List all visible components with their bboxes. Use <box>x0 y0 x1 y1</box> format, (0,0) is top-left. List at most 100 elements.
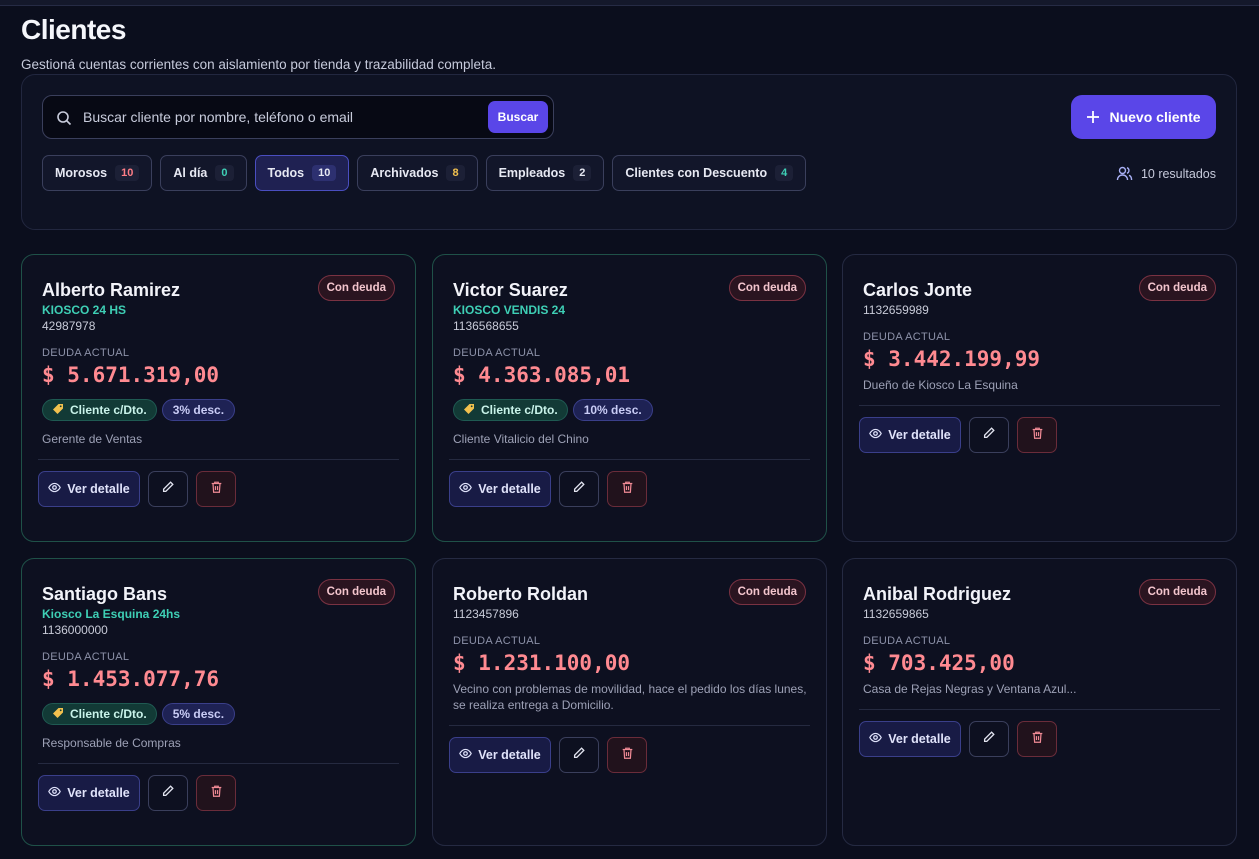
edit-button[interactable] <box>148 471 188 507</box>
view-detail-button[interactable]: Ver detalle <box>38 471 140 507</box>
client-card[interactable]: Carlos Jonte Con deuda 1132659989 DEUDA ACT… <box>842 254 1237 542</box>
search-box: Buscar <box>42 95 554 139</box>
filter-count: 2 <box>573 165 592 181</box>
filter-label: Archivados <box>370 166 439 180</box>
edit-button[interactable] <box>148 775 188 811</box>
delete-button[interactable] <box>196 471 236 507</box>
client-card[interactable]: Alberto Ramirez Con deuda KIOSCO 24 HS 4298… <box>21 254 416 542</box>
card-actions: Ver detalle <box>449 471 647 507</box>
card-divider <box>859 709 1220 710</box>
client-card[interactable]: Roberto Roldan Con deuda 1123457896 DEUDA A… <box>432 558 827 846</box>
client-store: KIOSCO VENDIS 24 <box>453 303 566 317</box>
client-name: Alberto Ramirez <box>42 280 181 300</box>
edit-button[interactable] <box>559 471 599 507</box>
view-detail-label: Ver detalle <box>888 732 951 746</box>
client-name: Anibal Rodriguez <box>863 584 1011 604</box>
trash-icon <box>210 480 223 499</box>
filter-label: Todos <box>267 166 305 180</box>
view-detail-label: Ver detalle <box>478 482 541 496</box>
debt-label: DEUDA ACTUAL <box>863 331 951 343</box>
client-phone: 1132659865 <box>863 607 929 621</box>
pencil-icon <box>982 730 996 749</box>
eye-icon <box>869 427 883 443</box>
filter-count: 10 <box>312 165 337 181</box>
eye-icon <box>869 731 883 747</box>
discount-client-tag: Cliente c/Dto. <box>42 399 157 421</box>
debt-status-badge: Con deuda <box>317 579 395 605</box>
view-detail-button[interactable]: Ver detalle <box>859 721 961 757</box>
discount-client-label: Cliente c/Dto. <box>481 403 558 417</box>
pencil-icon <box>161 480 175 499</box>
card-actions: Ver detalle <box>859 417 1057 453</box>
filter-label: Morosos <box>55 166 108 180</box>
eye-icon <box>459 747 473 763</box>
client-note: Casa de Rejas Negras y Ventana Azul... <box>863 682 1077 696</box>
client-card[interactable]: Anibal Rodriguez Con deuda 1132659865 DEUDA… <box>842 558 1237 846</box>
view-detail-label: Ver detalle <box>478 748 541 762</box>
debt-label: DEUDA ACTUAL <box>42 651 130 663</box>
pencil-icon <box>982 426 996 445</box>
results-text: 10 resultados <box>1140 166 1216 181</box>
discount-client-label: Cliente c/Dto. <box>70 403 147 417</box>
view-detail-label: Ver detalle <box>888 428 951 442</box>
filter-tab[interactable]: Morosos 10 <box>42 155 153 191</box>
tag-icon <box>52 707 64 722</box>
delete-button[interactable] <box>1017 417 1057 453</box>
client-phone: 1123457896 <box>453 607 519 621</box>
filter-tab[interactable]: Clientes con Descuento 4 <box>612 155 807 191</box>
search-button[interactable]: Buscar <box>488 101 548 133</box>
client-phone: 1132659989 <box>863 303 929 317</box>
client-note: Vecino con problemas de movilidad, hace … <box>453 682 807 712</box>
search-icon <box>57 111 72 126</box>
view-detail-button[interactable]: Ver detalle <box>38 775 140 811</box>
delete-button[interactable] <box>607 737 647 773</box>
card-actions: Ver detalle <box>38 471 236 507</box>
filter-tab[interactable]: Al día 0 <box>160 155 247 191</box>
edit-button[interactable] <box>969 721 1009 757</box>
client-name: Roberto Roldan <box>453 584 588 604</box>
client-name: Santiago Bans <box>42 584 168 604</box>
client-phone: 42987978 <box>42 319 96 333</box>
card-divider <box>38 763 399 764</box>
pencil-icon <box>572 480 586 499</box>
delete-button[interactable] <box>1017 721 1057 757</box>
card-divider <box>859 405 1220 406</box>
filter-tab[interactable]: Empleados 2 <box>485 155 605 191</box>
view-detail-label: Ver detalle <box>67 786 130 800</box>
edit-button[interactable] <box>969 417 1009 453</box>
new-client-button[interactable]: Nuevo cliente <box>1071 95 1216 139</box>
filter-tab[interactable]: Todos 10 <box>254 155 350 191</box>
client-card[interactable]: Victor Suarez Con deuda KIOSCO VENDIS 24 11… <box>432 254 827 542</box>
view-detail-button[interactable]: Ver detalle <box>449 471 551 507</box>
card-actions: Ver detalle <box>859 721 1057 757</box>
client-store: KIOSCO 24 HS <box>42 303 127 317</box>
client-card[interactable]: Santiago Bans Con deuda Kiosco La Esquina … <box>21 558 416 846</box>
delete-button[interactable] <box>607 471 647 507</box>
client-note: Cliente Vitalicio del Chino <box>453 432 589 446</box>
view-detail-button[interactable]: Ver detalle <box>859 417 961 453</box>
tag-icon <box>52 403 64 418</box>
debt-label: DEUDA ACTUAL <box>42 347 130 359</box>
debt-amount: $ 4.363.085,01 <box>453 363 631 387</box>
filter-tab[interactable]: Archivados 8 <box>357 155 478 191</box>
discount-tags: Cliente c/Dto. 5% desc. <box>42 703 236 725</box>
discount-client-tag: Cliente c/Dto. <box>42 703 157 725</box>
debt-status-badge: Con deuda <box>728 579 806 605</box>
delete-button[interactable] <box>196 775 236 811</box>
search-input[interactable] <box>83 96 483 138</box>
debt-status-badge: Con deuda <box>728 275 806 301</box>
debt-status-badge: Con deuda <box>1138 275 1216 301</box>
card-divider <box>449 725 810 726</box>
users-icon <box>1116 166 1133 181</box>
card-actions: Ver detalle <box>38 775 236 811</box>
results-count: 10 resultados <box>1116 165 1216 182</box>
trash-icon <box>1031 426 1044 445</box>
pencil-icon <box>161 784 175 803</box>
debt-amount: $ 703.425,00 <box>863 651 1015 675</box>
debt-amount: $ 3.442.199,99 <box>863 347 1041 371</box>
edit-button[interactable] <box>559 737 599 773</box>
discount-client-tag: Cliente c/Dto. <box>453 399 568 421</box>
card-divider <box>449 459 810 460</box>
client-note: Dueño de Kiosco La Esquina <box>863 378 1018 392</box>
view-detail-button[interactable]: Ver detalle <box>449 737 551 773</box>
